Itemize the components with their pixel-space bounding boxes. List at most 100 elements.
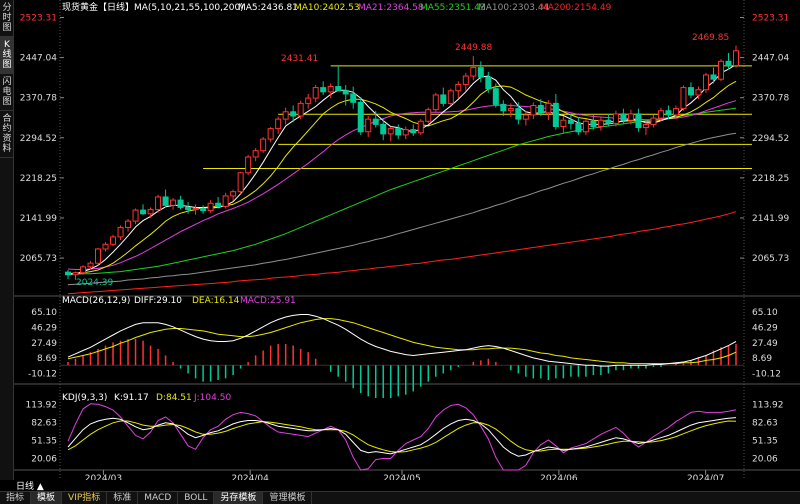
candle-body — [702, 74, 709, 91]
candle-body — [507, 108, 514, 112]
candle-body — [733, 50, 739, 67]
candle-body — [620, 113, 627, 121]
tab-macd[interactable]: MACD — [138, 492, 179, 504]
candle-body — [440, 94, 447, 104]
y-tick-right: 2218.25 — [752, 174, 789, 184]
candle-body — [582, 120, 589, 133]
toolbar-tab-kline[interactable]: K线图 — [0, 37, 14, 74]
candle-body — [72, 272, 79, 276]
candle-body — [710, 74, 717, 80]
candle-body — [365, 118, 372, 133]
ma21-value: MA21:2364.58 — [358, 3, 424, 13]
candle-body — [372, 118, 379, 125]
candle-body — [515, 108, 522, 120]
y-tick-right: 2447.04 — [752, 54, 789, 64]
tab-boll[interactable]: BOLL — [178, 492, 215, 504]
tab-standard[interactable]: 标准 — [107, 492, 139, 504]
candle-body — [320, 87, 327, 93]
tab-template[interactable]: 模板 — [31, 492, 63, 504]
candle-body — [102, 243, 109, 250]
toolbar-tab-flash[interactable]: 闪电图 — [0, 74, 14, 111]
candle-body — [725, 60, 732, 67]
annotation-peak-left: 2431.41 — [281, 54, 318, 64]
left-toolbar: 分时图 K线图 闪电图 合约资料 — [0, 0, 14, 480]
candle-body — [680, 87, 687, 110]
chart-canvas: 现货黄金【日线】 MA(5,10,21,55,100,200) MA5:2436… — [14, 0, 800, 480]
candle-body — [567, 119, 574, 124]
y-tick-left: 2447.04 — [20, 54, 57, 64]
macd-y-tick-left: 8.69 — [37, 354, 57, 364]
candle-body — [170, 199, 177, 206]
candle-body — [282, 111, 289, 120]
kdj-y-tick-left: 51.35 — [31, 436, 57, 446]
candle-body — [447, 90, 454, 104]
candle-body — [260, 138, 267, 152]
kdj-y-tick-right: 82.63 — [752, 418, 778, 428]
candle-body — [627, 113, 634, 121]
candle-body — [455, 83, 462, 92]
main-panel-frame — [14, 0, 800, 480]
y-tick-right: 2141.99 — [752, 214, 789, 224]
candle-body — [612, 113, 619, 124]
macd-y-tick-left: 46.29 — [31, 323, 57, 333]
ma5-value: MA5:2436.81 — [238, 3, 298, 13]
macd-diff-value: DIFF:29.10 — [134, 296, 182, 306]
candle-body — [185, 206, 192, 211]
y-tick-right: 2523.31 — [752, 14, 789, 24]
candle-body — [432, 94, 439, 111]
candle-body — [395, 128, 402, 136]
kdj-k-line — [67, 417, 737, 457]
tab-indicator[interactable]: 指标 — [0, 492, 32, 504]
macd-y-tick-left: 65.10 — [31, 308, 57, 318]
candle-body — [590, 120, 597, 128]
candle-body — [642, 123, 649, 129]
candle-body — [695, 89, 702, 96]
kdj-k-value: K:91.17 — [114, 393, 149, 403]
candle-body — [380, 123, 387, 135]
y-tick-right: 2065.73 — [752, 254, 789, 264]
candle-body — [267, 128, 274, 140]
candle-body — [290, 111, 297, 117]
candle-body — [192, 208, 199, 211]
candle-body — [485, 76, 492, 90]
ma55-value: MA55:2351.43 — [420, 3, 486, 13]
y-tick-right: 2370.78 — [752, 94, 789, 104]
candle-body — [635, 113, 642, 129]
candle-body — [297, 102, 304, 117]
candle-body — [530, 104, 537, 116]
macd-y-tick-left: 27.49 — [31, 339, 57, 349]
tab-save-template[interactable]: 另存模板 — [214, 492, 264, 504]
candle-body — [222, 195, 229, 207]
candle-body — [387, 128, 394, 135]
candle-body — [492, 88, 499, 105]
toolbar-tab-timeshare[interactable]: 分时图 — [0, 0, 14, 37]
candle-body — [327, 86, 334, 93]
tab-manage-template[interactable]: 管理模板 — [263, 492, 313, 504]
candle-body — [665, 110, 672, 116]
macd-y-tick-right: -10.12 — [752, 370, 781, 380]
kdj-y-tick-left: 20.06 — [31, 454, 57, 464]
indicator-tab-row: 指标 模板 VIP指标 标准 MACD BOLL 另存模板 管理模板 — [0, 491, 800, 504]
candle-body — [177, 199, 184, 208]
candle-body — [215, 202, 222, 207]
candle-body — [410, 129, 417, 134]
candle-body — [605, 119, 612, 124]
candle-body — [125, 220, 132, 228]
macd-label: MACD(26,12,9) — [62, 296, 130, 306]
candle-body — [132, 209, 139, 222]
candle-body — [425, 109, 432, 122]
candle-body — [147, 209, 154, 215]
candle-body — [252, 150, 259, 158]
toolbar-tab-contract[interactable]: 合约资料 — [0, 111, 14, 158]
candle-body — [477, 67, 484, 78]
candle-body — [162, 196, 169, 206]
candle-body — [230, 191, 237, 197]
candle-body — [87, 262, 94, 268]
candle-body — [80, 266, 87, 274]
candle-body — [207, 202, 214, 212]
candle-body — [95, 248, 102, 264]
tab-vip-indicator[interactable]: VIP指标 — [62, 492, 108, 504]
ma-label: MA(5,10,21,55,100,200) — [134, 3, 244, 13]
bottom-bar: 日线 ▲ 指标 模板 VIP指标 标准 MACD BOLL 另存模板 管理模板 — [0, 479, 800, 504]
ma10-value: MA10:2402.53 — [294, 3, 360, 13]
